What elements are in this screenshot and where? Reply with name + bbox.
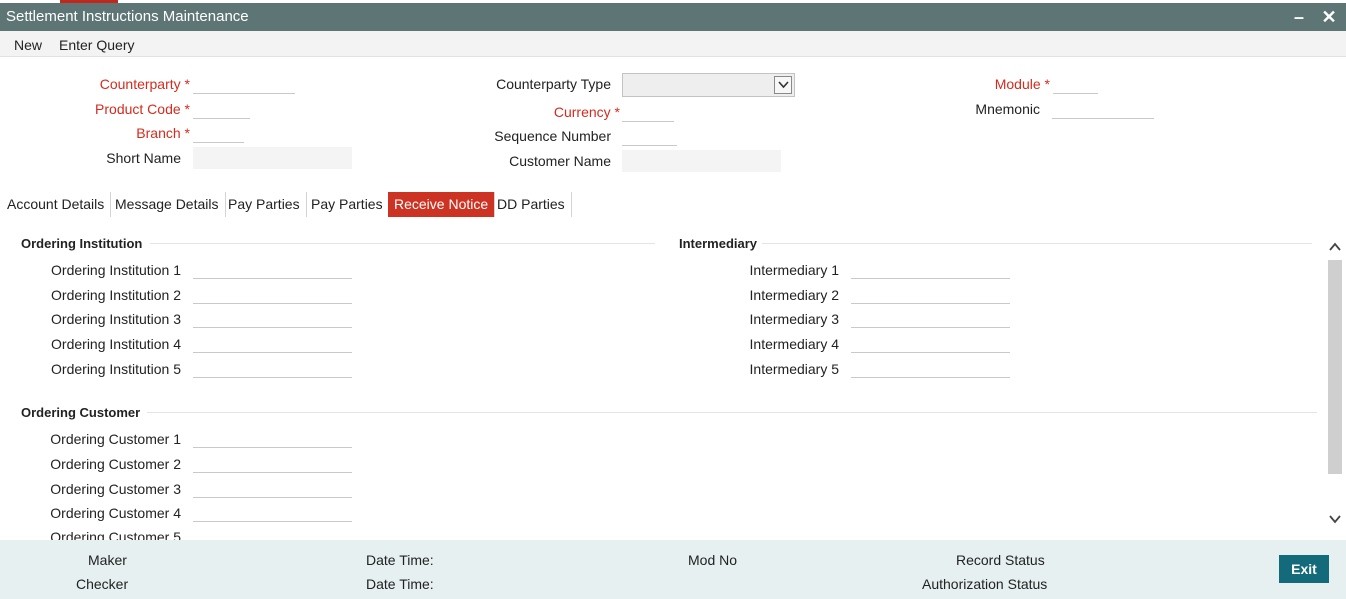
section-divider (150, 243, 655, 244)
enter-query-button[interactable]: Enter Query (59, 37, 134, 53)
section-divider (147, 412, 1317, 413)
authorization-status-label: Authorization Status (922, 576, 1048, 592)
product-code-input[interactable] (193, 99, 250, 119)
minimize-icon[interactable]: – (1288, 6, 1310, 28)
sequence-number-input[interactable] (622, 126, 677, 146)
title-bar: Settlement Instructions Maintenance – ✕ (0, 3, 1346, 31)
chevron-down-icon[interactable] (774, 76, 792, 94)
short-name-label: Short Name (106, 150, 181, 166)
ordering-customer-3-input[interactable] (193, 478, 352, 498)
ordering-customer-1-label: Ordering Customer 1 (50, 431, 181, 447)
ordering-customer-4-input[interactable] (193, 502, 352, 522)
customer-name-label: Customer Name (509, 153, 611, 169)
intermediary-4-input[interactable] (851, 333, 1010, 353)
section-divider (762, 243, 1312, 244)
mod-no-label: Mod No (688, 552, 738, 568)
module-label: Module * (994, 76, 1050, 92)
tab-receive-notice[interactable]: Receive Notice (388, 192, 496, 217)
ordering-customer-title: Ordering Customer (21, 405, 141, 420)
counterparty-label: Counterparty * (99, 76, 190, 92)
tab-pay-parties-2[interactable]: Pay Parties (305, 192, 390, 217)
mnemonic-input[interactable] (1052, 99, 1154, 119)
ordering-institution-2-label: Ordering Institution 2 (51, 287, 181, 303)
intermediary-1-label: Intermediary 1 (749, 262, 839, 278)
window-title: Settlement Instructions Maintenance (6, 8, 249, 25)
branch-label: Branch * (136, 125, 190, 141)
tab-account-details[interactable]: Account Details (1, 192, 112, 217)
intermediary-4-label: Intermediary 4 (749, 336, 839, 352)
checker-label: Checker (76, 576, 129, 592)
intermediary-3-input[interactable] (851, 308, 1010, 328)
maker-label: Maker (88, 552, 127, 568)
module-input[interactable] (1053, 74, 1098, 94)
ordering-institution-4-input[interactable] (193, 333, 352, 353)
intermediary-5-input[interactable] (851, 358, 1010, 378)
ordering-institution-title: Ordering Institution (21, 236, 143, 251)
ordering-institution-3-label: Ordering Institution 3 (51, 311, 181, 327)
sequence-number-label: Sequence Number (494, 128, 611, 144)
ordering-institution-5-input[interactable] (193, 358, 352, 378)
exit-button[interactable]: Exit (1279, 555, 1329, 583)
intermediary-title: Intermediary (679, 236, 758, 251)
counterparty-input[interactable] (193, 74, 295, 94)
scrollbar-thumb[interactable] (1328, 260, 1342, 474)
intermediary-2-label: Intermediary 2 (749, 287, 839, 303)
ordering-institution-1-input[interactable] (193, 259, 352, 279)
counterparty-type-label: Counterparty Type (496, 76, 611, 92)
ordering-customer-1-input[interactable] (193, 428, 352, 448)
tab-message-details[interactable]: Message Details (109, 192, 226, 217)
scroll-down-icon[interactable] (1328, 512, 1342, 526)
new-button[interactable]: New (14, 37, 42, 53)
ordering-institution-3-input[interactable] (193, 308, 352, 328)
customer-name-input[interactable] (622, 150, 781, 172)
ordering-customer-2-input[interactable] (193, 453, 352, 473)
scroll-up-icon[interactable] (1328, 240, 1342, 254)
tab-dd-parties[interactable]: DD Parties (491, 192, 572, 217)
ordering-customer-4-label: Ordering Customer 4 (50, 505, 181, 521)
ordering-institution-4-label: Ordering Institution 4 (51, 336, 181, 352)
counterparty-type-select[interactable] (622, 73, 795, 97)
record-status-label: Record Status (956, 552, 1045, 568)
branch-input[interactable] (193, 123, 244, 143)
currency-input[interactable] (622, 102, 674, 122)
menu-bar: New Enter Query (0, 31, 1346, 57)
intermediary-1-input[interactable] (851, 259, 1010, 279)
ordering-customer-2-label: Ordering Customer 2 (50, 456, 181, 472)
ordering-customer-3-label: Ordering Customer 3 (50, 481, 181, 497)
ordering-institution-1-label: Ordering Institution 1 (51, 262, 181, 278)
checker-date-time-label: Date Time: (366, 576, 434, 592)
currency-label: Currency * (553, 104, 620, 120)
ordering-institution-5-label: Ordering Institution 5 (51, 361, 181, 377)
short-name-input[interactable] (193, 147, 352, 169)
intermediary-2-input[interactable] (851, 284, 1010, 304)
ordering-institution-2-input[interactable] (193, 284, 352, 304)
vertical-scrollbar[interactable] (1326, 228, 1344, 528)
audit-footer: Maker Checker Date Time: Date Time: Mod … (0, 540, 1346, 599)
product-code-label: Product Code * (95, 101, 190, 117)
intermediary-5-label: Intermediary 5 (749, 361, 839, 377)
close-icon[interactable]: ✕ (1318, 6, 1340, 28)
tab-pay-parties-1[interactable]: Pay Parties (222, 192, 307, 217)
intermediary-3-label: Intermediary 3 (749, 311, 839, 327)
mnemonic-label: Mnemonic (975, 101, 1040, 117)
ordering-customer-5-label: Ordering Customer 5 (50, 530, 181, 540)
maker-date-time-label: Date Time: (366, 552, 434, 568)
